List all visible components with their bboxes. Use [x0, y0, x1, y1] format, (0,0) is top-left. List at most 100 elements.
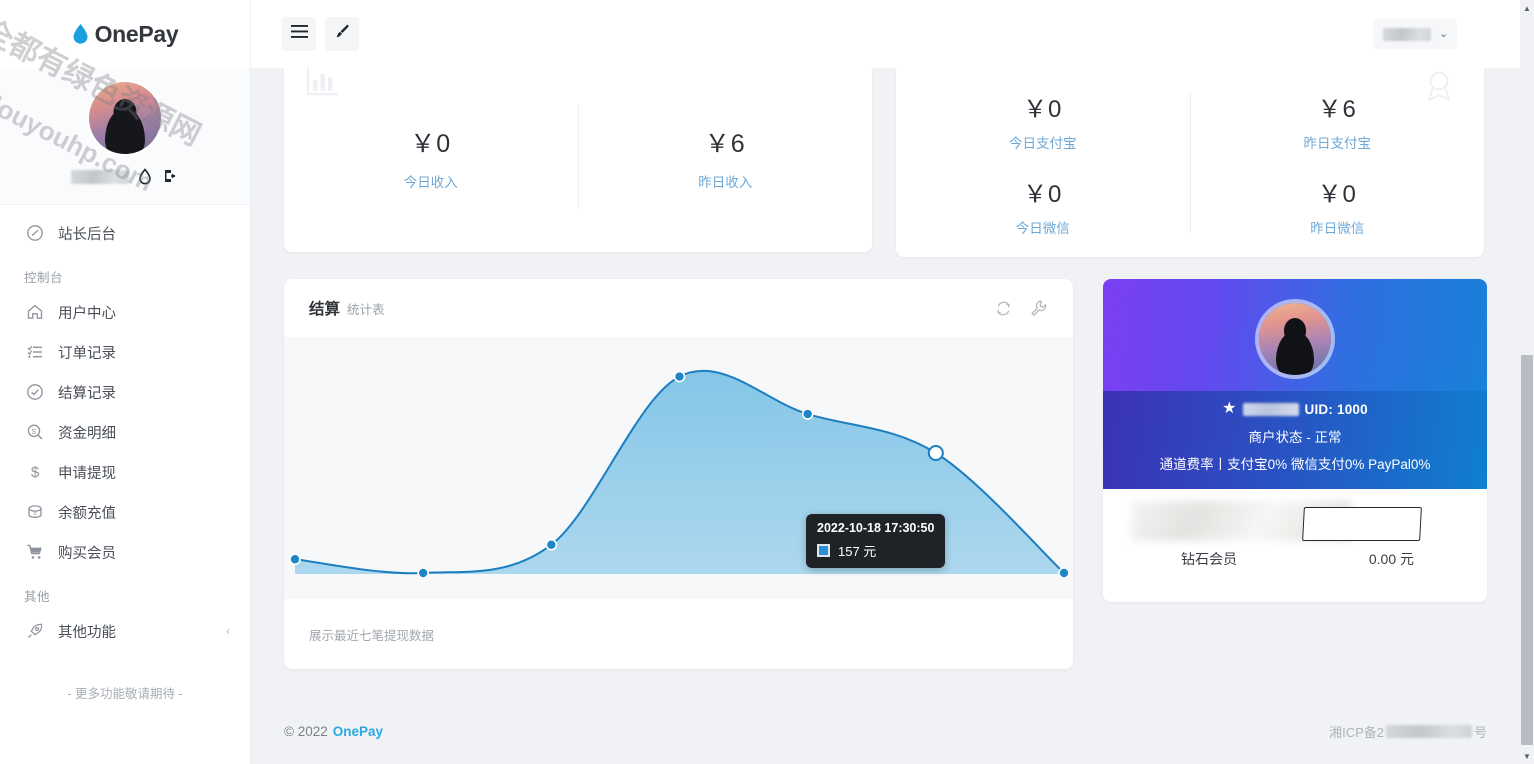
- merchant-rates: 通道费率丨支付宝0% 微信支付0% PayPal0%: [1159, 457, 1431, 472]
- decorative-outline-shape: [1302, 507, 1422, 541]
- chart-point-active[interactable]: [927, 445, 944, 462]
- sidebar-item-other-features[interactable]: 其他功能 ‹: [0, 611, 250, 651]
- sidebar: OnePay 站长后台 控制台 用户中心 订单记录 结算记录 S 资金明细 $ …: [0, 0, 251, 764]
- chart-point[interactable]: [1058, 567, 1070, 579]
- lower-row: 结算 统计表 2022-10-18 17:30:50 157 元 展示最近七笔提…: [251, 279, 1520, 669]
- sidebar-group-label-other: 其他: [24, 590, 51, 604]
- wrench-icon[interactable]: [1029, 299, 1048, 318]
- sidebar-item-label: 站长后台: [58, 226, 116, 243]
- stat-value: ￥0: [1023, 180, 1063, 208]
- stat-value: ￥6: [704, 129, 746, 158]
- avatar-head: [1283, 318, 1306, 343]
- paint-brush-icon: [334, 23, 351, 45]
- brand-name: OnePay: [94, 20, 179, 47]
- svg-text:$: $: [30, 464, 39, 481]
- avatar-head: [113, 99, 137, 125]
- chart-point[interactable]: [801, 408, 814, 420]
- income-stat-grid: ￥0 今日收入 ￥6 昨日收入: [284, 68, 872, 252]
- sidebar-item-fund-detail[interactable]: S 资金明细: [0, 412, 250, 452]
- chart-title: 结算: [309, 301, 341, 318]
- stat-label: 今日收入: [403, 174, 458, 190]
- refresh-icon[interactable]: [994, 299, 1013, 318]
- avatar[interactable]: [89, 82, 161, 154]
- svg-text:S: S: [32, 511, 36, 517]
- chart-point[interactable]: [417, 567, 429, 579]
- stat-yesterday-wechat: ￥0 昨日微信: [1191, 174, 1485, 237]
- merchant-status: 商户状态 - 正常: [1248, 430, 1342, 445]
- chevron-left-icon[interactable]: ‹: [226, 624, 230, 638]
- theme-button[interactable]: [325, 17, 359, 51]
- page-scrollbar[interactable]: ▲ ▼: [1520, 0, 1534, 764]
- chevron-down-icon: ⌄: [1439, 27, 1449, 40]
- water-drop-icon: [72, 23, 89, 45]
- brand-logo[interactable]: OnePay: [0, 0, 250, 68]
- user-menu-dropdown[interactable]: ⌄: [1373, 19, 1457, 49]
- sidebar-group-label-console: 控制台: [24, 271, 64, 285]
- stat-cards-row: ￥0 今日收入 ￥6 昨日收入 ￥0 今日支付宝 ￥0 今日微信 ￥6 昨日支付…: [251, 68, 1520, 257]
- channel-stat-grid: ￥0 今日支付宝 ￥0 今日微信 ￥6 昨日支付宝 ￥0 昨日微信: [896, 68, 1484, 257]
- sidebar-item-orders[interactable]: 订单记录: [0, 332, 250, 372]
- sidebar-item-withdraw[interactable]: $ 申请提现: [0, 452, 250, 492]
- stat-yesterday-alipay: ￥6 昨日支付宝: [1191, 89, 1485, 152]
- list-icon: [25, 343, 44, 362]
- icp-suffix: 号: [1473, 724, 1487, 740]
- membership-balance: 0.00 元: [1368, 551, 1414, 567]
- chart-subtitle: 统计表: [347, 302, 385, 317]
- channel-yesterday-column: ￥6 昨日支付宝 ￥0 昨日微信: [1191, 88, 1485, 237]
- chart-point[interactable]: [545, 538, 558, 551]
- svg-text:S: S: [31, 429, 36, 436]
- search-money-icon: S: [25, 423, 44, 442]
- sidebar-item-recharge[interactable]: S 余额充值: [0, 492, 250, 532]
- stat-label: 今日微信: [1015, 220, 1070, 236]
- stat-value: ￥0: [1023, 95, 1063, 123]
- star-icon: ★: [1222, 400, 1237, 417]
- avatar[interactable]: [1258, 303, 1331, 375]
- sidebar-item-label: 订单记录: [58, 345, 116, 362]
- footer-brand-link[interactable]: OnePay: [333, 724, 383, 739]
- profile-info: ★ UID: 1000 商户状态 - 正常 通道费率丨支付宝0% 微信支付0% …: [1102, 391, 1487, 489]
- scrollbar-thumb[interactable]: [1521, 355, 1533, 745]
- logout-icon[interactable]: [163, 168, 179, 186]
- channel-today-column: ￥0 今日支付宝 ￥0 今日微信: [896, 88, 1190, 237]
- sidebar-item-label: 购买会员: [58, 545, 116, 562]
- scroll-up-arrow[interactable]: ▲: [1520, 0, 1534, 16]
- hamburger-icon: [290, 25, 308, 43]
- sidebar-item-settlement[interactable]: 结算记录: [0, 372, 250, 412]
- profile-hero: [1102, 279, 1487, 391]
- sidebar-footer-note: - 更多功能敬请期待 -: [67, 687, 183, 701]
- stat-label: 昨日微信: [1310, 220, 1365, 236]
- stat-label: 昨日收入: [698, 174, 753, 190]
- chart-point[interactable]: [673, 370, 686, 383]
- sidebar-item-admin[interactable]: 站长后台: [0, 213, 250, 253]
- page-footer: © 2022 OnePay 湘ICP备2 号: [251, 698, 1520, 764]
- check-circle-icon: [25, 383, 44, 402]
- stat-label: 昨日支付宝: [1303, 135, 1372, 151]
- chart-area-fill: [295, 370, 1064, 574]
- channel-stat-card: ￥0 今日支付宝 ￥0 今日微信 ￥6 昨日支付宝 ￥0 昨日微信: [896, 68, 1484, 257]
- stat-label: 今日支付宝: [1009, 135, 1077, 151]
- dollar-icon: $: [25, 463, 44, 482]
- chart-plot-area[interactable]: 2022-10-18 17:30:50 157 元: [284, 337, 1073, 599]
- profile-name-row: ★ UID: 1000: [1103, 401, 1487, 417]
- sidebar-item-buy-membership[interactable]: 购买会员: [0, 532, 250, 572]
- hamburger-menu-button[interactable]: [282, 17, 316, 51]
- username-redacted: [71, 170, 129, 184]
- home-icon: [25, 303, 44, 322]
- sidebar-item-user-center[interactable]: 用户中心: [0, 292, 250, 332]
- membership-level: 钻石会员: [1180, 551, 1237, 567]
- chart-point[interactable]: [289, 553, 301, 566]
- water-drop-icon: [138, 168, 154, 186]
- copyright-text: © 2022: [284, 723, 328, 739]
- main-content: ￥0 今日收入 ￥6 昨日收入 ￥0 今日支付宝 ￥0 今日微信 ￥6 昨日支付…: [251, 68, 1520, 764]
- sidebar-item-label: 余额充值: [58, 505, 116, 522]
- rocket-icon: [25, 622, 44, 641]
- scroll-down-arrow[interactable]: ▼: [1520, 748, 1534, 764]
- icp-prefix: 湘ICP备2: [1329, 724, 1384, 740]
- user-menu-value-redacted: [1383, 27, 1431, 41]
- coin-icon: S: [25, 503, 44, 522]
- sidebar-item-label: 其他功能: [58, 624, 116, 641]
- sidebar-nav: 站长后台 控制台 用户中心 订单记录 结算记录 S 资金明细 $ 申请提现 S …: [0, 205, 250, 702]
- merchant-name-redacted: [1242, 402, 1299, 416]
- stat-today-income: ￥0 今日收入: [284, 124, 578, 191]
- sidebar-item-label: 结算记录: [58, 385, 116, 402]
